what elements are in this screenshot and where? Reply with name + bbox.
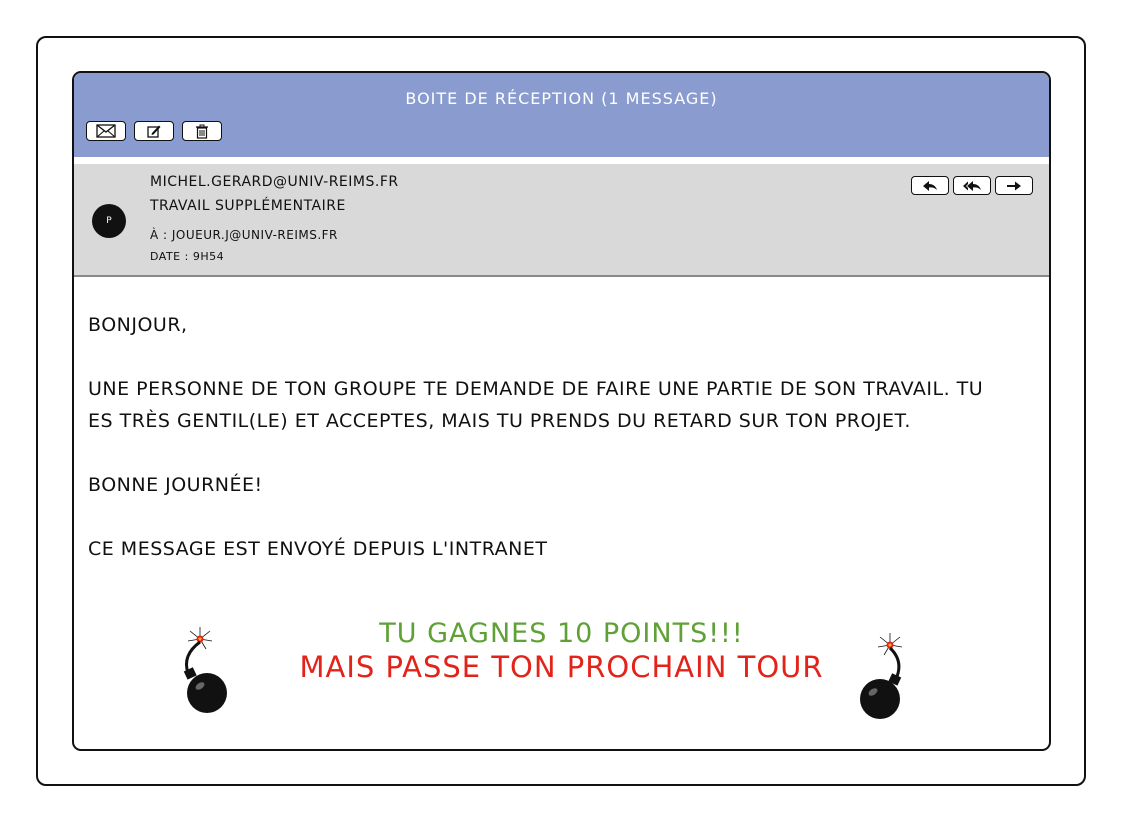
compose-icon: [147, 125, 161, 138]
mail-window: Boite de réception (1 message): [72, 71, 1051, 751]
message-header: P michel.gerard@univ-reims.fr Travail su…: [74, 164, 1049, 277]
toolbar: [86, 121, 222, 143]
new-mail-button[interactable]: [86, 121, 126, 141]
avatar: P: [92, 204, 126, 238]
compose-button[interactable]: [134, 121, 174, 141]
message-body: Bonjour, Une personne de ton groupe te d…: [88, 309, 1028, 565]
sender-address: michel.gerard@univ-reims.fr: [150, 174, 399, 190]
footer-note: Ce message est envoyé depuis l'intranet: [88, 538, 548, 560]
closing: Bonne journée!: [88, 474, 263, 496]
body-paragraph: Une personne de ton groupe te demande de…: [88, 378, 984, 432]
envelope-icon: [96, 124, 116, 138]
reply-icon: [923, 180, 937, 191]
reply-all-button[interactable]: [953, 176, 991, 195]
reply-button[interactable]: [911, 176, 949, 195]
separator: [74, 157, 1049, 164]
forward-icon: [1007, 181, 1021, 190]
date-line: Date : 9h54: [150, 250, 225, 263]
trash-icon: [196, 124, 208, 139]
message-subject: Travail supplémentaire: [150, 198, 346, 214]
forward-button[interactable]: [995, 176, 1033, 195]
bomb-icon: [183, 627, 227, 713]
inbox-title: Boite de réception (1 message): [405, 89, 718, 108]
greeting: Bonjour,: [88, 314, 188, 336]
reply-actions: [911, 176, 1033, 195]
title-bar: Boite de réception (1 message): [74, 73, 1049, 157]
reply-all-icon: [963, 180, 981, 191]
recipient-line: À : joueur.j@univ-reims.fr: [150, 228, 338, 242]
bomb-icon: [860, 633, 903, 719]
delete-button[interactable]: [182, 121, 222, 141]
